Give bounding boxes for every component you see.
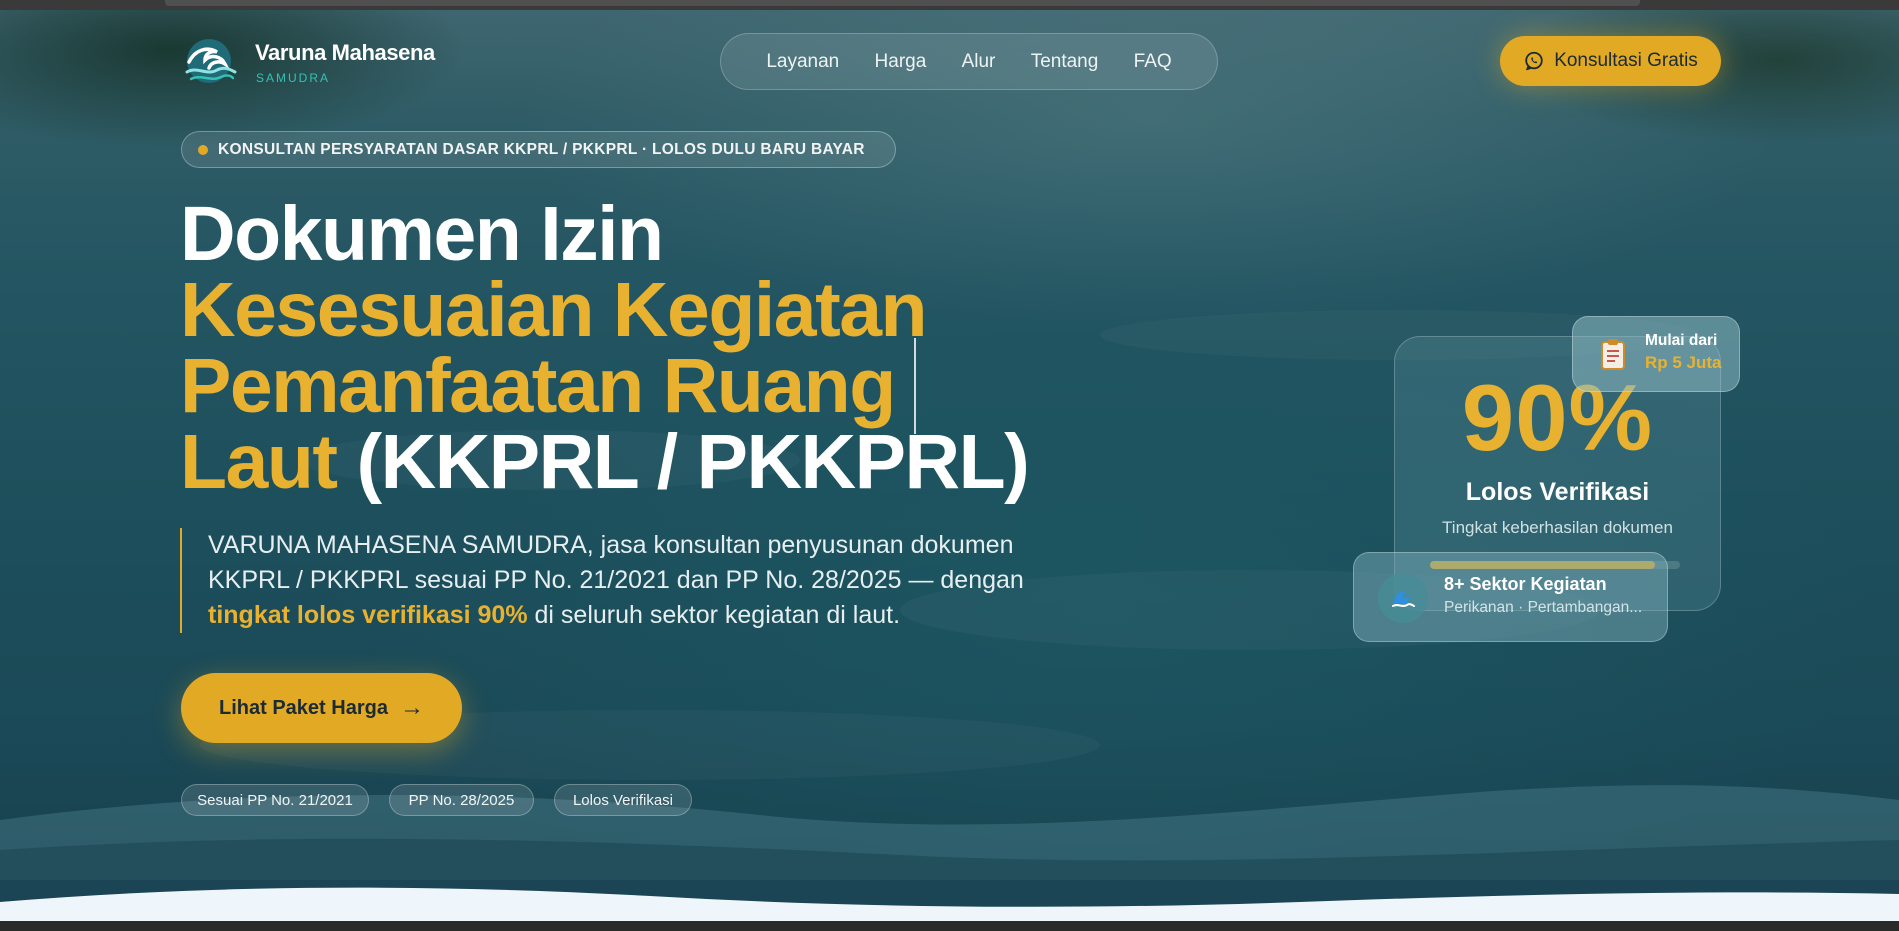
wave-icon (1392, 590, 1415, 607)
tag-lolos-verifikasi: Lolos Verifikasi (554, 784, 692, 816)
nav-link-tentang[interactable]: Tentang (1031, 51, 1099, 73)
badge-dot-icon (198, 144, 208, 155)
hero-headline: Dokumen Izin Kesesuaian Kegiatan Pemanfa… (180, 191, 1030, 501)
main-nav: Layanan Harga Alur Tentang FAQ (720, 33, 1218, 90)
sector-subtitle: Perikanan · Pertambangan... (1444, 599, 1643, 616)
tag-pp-21-2021: Sesuai PP No. 21/2021 (181, 784, 369, 816)
description-accent-bar (180, 528, 182, 633)
hero-badge: KONSULTAN PERSYARATAN DASAR KKPRL / PKKP… (181, 131, 896, 168)
tag-pp-28-2025: PP No. 28/2025 (389, 784, 534, 816)
nav-link-faq[interactable]: FAQ (1134, 51, 1172, 73)
brand-subtitle: SAMUDRA (256, 71, 331, 85)
badge-text: KONSULTAN PERSYARATAN DASAR KKPRL / PKKP… (218, 140, 865, 158)
headline-line-2: Kesesuaian Kegiatan (180, 267, 928, 353)
section-divider-wave (0, 880, 1899, 921)
lihat-paket-harga-label: Lihat Paket Harga (219, 696, 388, 719)
price-value: Rp 5 Juta (1645, 353, 1722, 372)
clipboard-icon (1601, 339, 1625, 370)
description-line-1: VARUNA MAHASENA SAMUDRA, jasa konsultan … (208, 531, 1014, 559)
brand-logo[interactable] (181, 36, 239, 86)
price-label: Mulai dari (1645, 332, 1718, 349)
success-rate-label: Lolos Verifikasi (1465, 478, 1650, 506)
description-tail: di seluruh sektor kegiatan di laut. (527, 601, 901, 629)
success-rate-caption: Tingkat keberhasilan dokumen (1442, 518, 1673, 537)
wave-icon-badge (1378, 573, 1428, 623)
nav-link-layanan[interactable]: Layanan (766, 51, 839, 73)
headline-line-1: Dokumen Izin (180, 191, 664, 277)
hero-description: VARUNA MAHASENA SAMUDRA, jasa konsultan … (208, 528, 1028, 633)
lihat-paket-harga-button[interactable]: Lihat Paket Harga → (181, 673, 462, 743)
brand-name[interactable]: Varuna Mahasena (255, 40, 435, 66)
description-line-2: KKPRL / PKKPRL sesuai PP No. 21/2021 dan… (208, 566, 1024, 594)
whatsapp-icon (1525, 51, 1543, 71)
headline-line-4-accent: Laut (180, 419, 338, 505)
nav-link-alur[interactable]: Alur (962, 51, 996, 73)
headline-line-3: Pemanfaatan Ruang (180, 343, 896, 429)
konsultasi-gratis-button[interactable]: Konsultasi Gratis (1500, 36, 1721, 86)
browser-bottom-edge (0, 921, 1899, 931)
text-cursor (914, 338, 916, 434)
browser-top-edge (0, 0, 1899, 10)
konsultasi-gratis-label: Konsultasi Gratis (1554, 50, 1698, 71)
sector-title: 8+ Sektor Kegiatan (1444, 574, 1607, 594)
headline-line-4-rest: (KKPRL / PKKPRL) (336, 419, 1029, 505)
arrow-right-icon: → (399, 694, 424, 721)
nav-link-harga[interactable]: Harga (875, 51, 927, 73)
description-highlight: tingkat lolos verifikasi 90% (208, 601, 528, 629)
